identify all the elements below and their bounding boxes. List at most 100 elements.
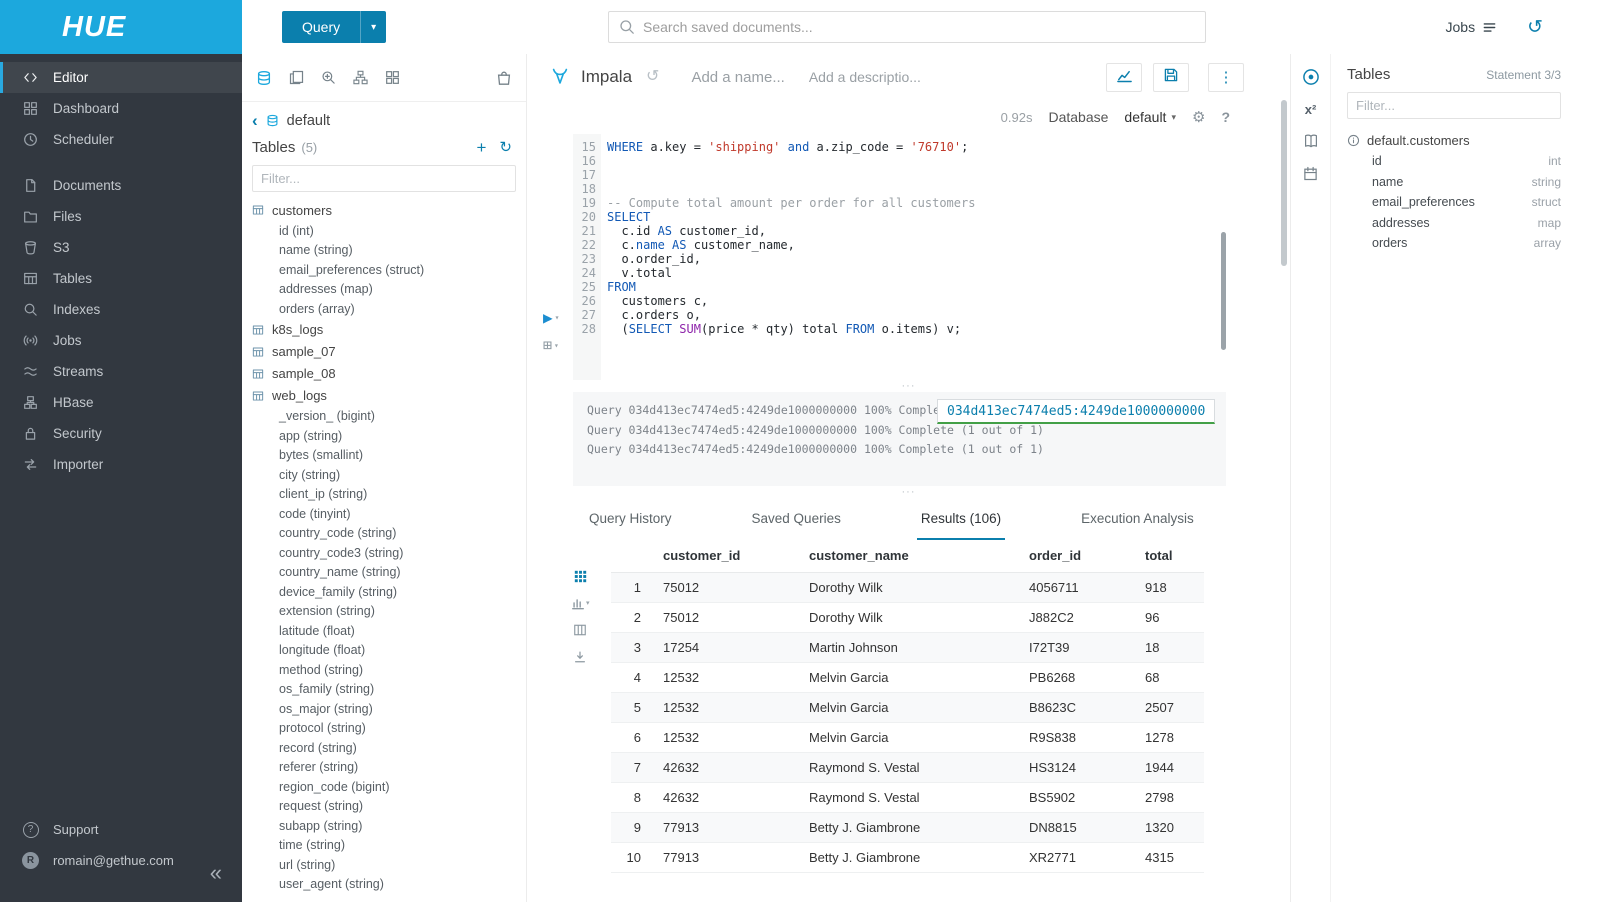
- column-item[interactable]: os_major (string): [252, 699, 516, 719]
- column-item[interactable]: client_ip (string): [252, 485, 516, 505]
- table-row[interactable]: 742632Raymond S. VestalHS31241944: [611, 753, 1204, 783]
- apps-grid-icon[interactable]: [385, 70, 400, 85]
- sidebar-item-indexes[interactable]: Indexes: [0, 294, 242, 325]
- sidebar-item-hbase[interactable]: HBase: [0, 387, 242, 418]
- query-history-icon[interactable]: ↺: [1527, 18, 1543, 37]
- table-row[interactable]: 412532Melvin GarciaPB626868: [611, 663, 1204, 693]
- table-item-web_logs[interactable]: web_logs: [252, 385, 516, 407]
- column-item[interactable]: subapp (string): [252, 816, 516, 836]
- tab-execution-analysis[interactable]: Execution Analysis: [1077, 511, 1198, 540]
- active-table[interactable]: default.customers: [1347, 129, 1561, 151]
- query-id-popup[interactable]: 034d413ec7474ed5:4249de1000000000: [937, 399, 1215, 424]
- right-filter-input[interactable]: [1347, 92, 1561, 119]
- sidebar-item-jobs[interactable]: Jobs: [0, 325, 242, 356]
- column-item[interactable]: time (string): [252, 836, 516, 856]
- column-item[interactable]: os_family (string): [252, 680, 516, 700]
- column-item[interactable]: orders (array): [252, 299, 516, 319]
- column-item[interactable]: url (string): [252, 855, 516, 875]
- table-item-sample_08[interactable]: sample_08: [252, 363, 516, 385]
- add-table-icon[interactable]: +: [476, 139, 486, 156]
- column-item[interactable]: country_code3 (string): [252, 543, 516, 563]
- panel-scrollbar[interactable]: [1281, 100, 1287, 266]
- chevron-down-icon[interactable]: ▾: [555, 314, 560, 322]
- sitemap-icon[interactable]: [353, 70, 368, 85]
- workload-bag-icon[interactable]: [496, 70, 512, 86]
- language-reference-book-icon[interactable]: [1303, 133, 1319, 149]
- chart-button[interactable]: [1106, 63, 1142, 92]
- column-item[interactable]: request (string): [252, 797, 516, 817]
- save-button[interactable]: [1153, 63, 1189, 92]
- jobs-link[interactable]: Jobs: [1446, 19, 1498, 35]
- column-item[interactable]: addresses (map): [252, 280, 516, 300]
- settings-gear-icon[interactable]: ⚙: [1192, 110, 1205, 125]
- chevron-down-icon[interactable]: ▾: [554, 342, 559, 350]
- column-item-name[interactable]: namestring: [1347, 172, 1561, 193]
- table-item-sample_07[interactable]: sample_07: [252, 341, 516, 363]
- table-filter-input[interactable]: [252, 165, 516, 192]
- more-options-button[interactable]: ⋮: [1208, 63, 1244, 92]
- help-icon[interactable]: ?: [1221, 109, 1230, 125]
- query-name-input[interactable]: Add a name...: [691, 69, 784, 86]
- editor-scrollbar[interactable]: [1221, 232, 1226, 350]
- column-item[interactable]: code (tinyint): [252, 504, 516, 524]
- resize-handle[interactable]: ···: [527, 486, 1290, 498]
- sidebar-item-support[interactable]: ? Support: [0, 814, 242, 845]
- column-item-email_preferences[interactable]: email_preferencesstruct: [1347, 192, 1561, 213]
- column-item[interactable]: record (string): [252, 738, 516, 758]
- tab-results-106[interactable]: Results (106): [917, 511, 1005, 540]
- grid-view-icon[interactable]: [574, 570, 587, 583]
- column-item[interactable]: longitude (float): [252, 641, 516, 661]
- sidebar-item-security[interactable]: Security: [0, 418, 242, 449]
- sidebar-item-importer[interactable]: Importer: [0, 449, 242, 480]
- query-button[interactable]: Query: [282, 11, 360, 43]
- collapse-sidebar-button[interactable]: «: [210, 862, 222, 884]
- column-header[interactable]: customer_id: [657, 540, 803, 573]
- column-item[interactable]: city (string): [252, 465, 516, 485]
- refresh-icon[interactable]: ↻: [499, 140, 512, 155]
- sidebar-item-documents[interactable]: Documents: [0, 170, 242, 201]
- table-row[interactable]: 1077913Betty J. GiambroneXR27714315: [611, 843, 1204, 873]
- columns-icon[interactable]: [573, 623, 587, 637]
- column-item[interactable]: id (int): [252, 221, 516, 241]
- column-item[interactable]: name (string): [252, 241, 516, 261]
- sidebar-item-scheduler[interactable]: Scheduler: [0, 124, 242, 155]
- sidebar-item-editor[interactable]: Editor: [0, 62, 242, 93]
- tab-saved-queries[interactable]: Saved Queries: [748, 511, 845, 540]
- database-select[interactable]: default ▾: [1124, 109, 1176, 125]
- column-item[interactable]: latitude (float): [252, 621, 516, 641]
- column-item-id[interactable]: idint: [1347, 151, 1561, 172]
- column-item[interactable]: country_code (string): [252, 524, 516, 544]
- column-item[interactable]: referer (string): [252, 758, 516, 778]
- history-icon[interactable]: ↺: [646, 69, 659, 85]
- column-header[interactable]: customer_name: [803, 540, 1023, 573]
- column-item[interactable]: _version_ (bigint): [252, 407, 516, 427]
- column-header[interactable]: order_id: [1023, 540, 1139, 573]
- query-dropdown-button[interactable]: ▾: [360, 11, 386, 43]
- sidebar-item-files[interactable]: Files: [0, 201, 242, 232]
- snippet-grid-icon[interactable]: ⊞: [543, 338, 552, 353]
- table-item-customers[interactable]: customers: [252, 199, 516, 221]
- schedule-calendar-icon[interactable]: [1303, 166, 1318, 181]
- column-item[interactable]: email_preferences (struct): [252, 260, 516, 280]
- tab-query-history[interactable]: Query History: [585, 511, 676, 540]
- sidebar-item-streams[interactable]: Streams: [0, 356, 242, 387]
- breadcrumb-database[interactable]: default: [287, 113, 331, 129]
- back-chevron-icon[interactable]: ‹: [252, 112, 258, 129]
- column-header[interactable]: total: [1139, 540, 1204, 573]
- query-description-input[interactable]: Add a descriptio...: [809, 69, 921, 85]
- chart-view-icon[interactable]: ▾: [571, 596, 590, 610]
- column-item[interactable]: region_code (bigint): [252, 777, 516, 797]
- table-row[interactable]: 977913Betty J. GiambroneDN88151320: [611, 813, 1204, 843]
- resize-handle[interactable]: ···: [527, 380, 1290, 392]
- hue-logo[interactable]: HUE: [0, 0, 242, 54]
- table-row[interactable]: 175012Dorothy Wilk4056711918: [611, 573, 1204, 603]
- sidebar-item-tables[interactable]: Tables: [0, 263, 242, 294]
- column-item[interactable]: protocol (string): [252, 719, 516, 739]
- column-item[interactable]: method (string): [252, 660, 516, 680]
- databases-icon[interactable]: [256, 70, 272, 86]
- column-item-orders[interactable]: ordersarray: [1347, 233, 1561, 254]
- column-item[interactable]: user_agent (string): [252, 875, 516, 895]
- table-row[interactable]: 317254Martin JohnsonI72T3918: [611, 633, 1204, 663]
- column-item[interactable]: country_name (string): [252, 563, 516, 583]
- table-row[interactable]: 612532Melvin GarciaR9S8381278: [611, 723, 1204, 753]
